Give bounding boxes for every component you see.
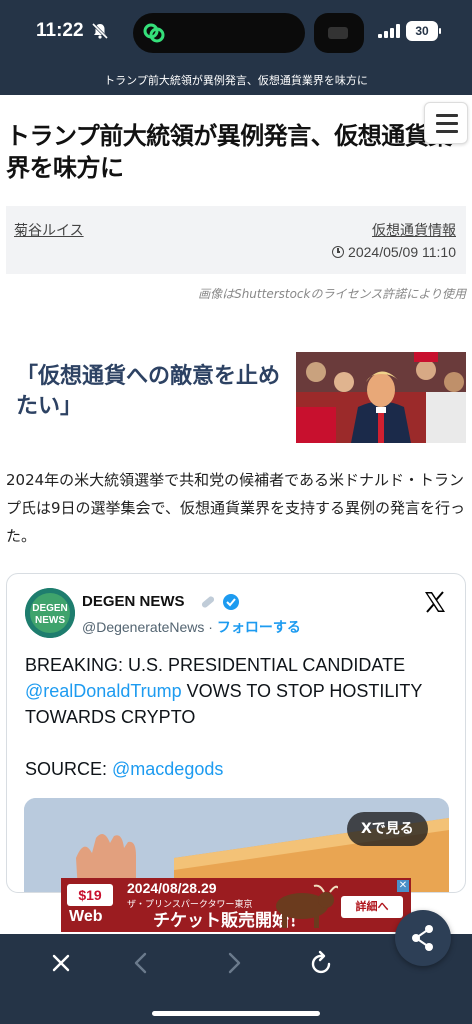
account-handle-line: @DegenerateNews · フォローする: [82, 619, 301, 635]
status-bar: 11:22 30: [0, 0, 472, 64]
svg-text:NEWS: NEWS: [35, 615, 65, 626]
ad-close-icon[interactable]: ✕: [397, 880, 409, 892]
section-subheading: 「仮想通貨への敵意を止めたい」: [16, 364, 281, 419]
mention-link[interactable]: @realDonaldTrump: [25, 681, 182, 701]
embedded-tweet[interactable]: DEGEN NEWS DEGEN NEWS @DegenerateNews · …: [6, 573, 466, 893]
ad-price: $19: [67, 884, 113, 906]
hamburger-menu-button[interactable]: [424, 102, 468, 144]
signal-icon: [378, 24, 400, 38]
article-meta: 菊谷ルイス 仮想通貨情報 2024/05/09 11:10: [6, 206, 466, 274]
link-icon: [143, 23, 165, 43]
close-icon[interactable]: [46, 948, 76, 978]
forward-arrow-icon[interactable]: [219, 948, 249, 978]
account-avatar[interactable]: DEGEN NEWS: [25, 588, 75, 638]
svg-text:DEGEN: DEGEN: [32, 603, 68, 614]
article-body: 2024年の米大統領選挙で共和党の候補者である米ドナルド・トランプ氏は9日の選挙…: [6, 471, 465, 545]
dynamic-island: [133, 13, 305, 53]
tweet-text: BREAKING: U.S. PRESIDENTIAL CANDIDATE @r…: [25, 655, 423, 779]
image-credit: 画像はShutterstockのライセンス許諾により使用: [198, 287, 466, 301]
x-logo-icon[interactable]: [423, 590, 447, 614]
verified-badge-icon: [201, 594, 239, 610]
back-arrow-icon[interactable]: [126, 948, 156, 978]
camera-indicator: [314, 13, 364, 53]
publish-date-text: 2024/05/09 11:10: [348, 244, 456, 260]
bull-icon: [276, 884, 338, 928]
share-icon: [412, 925, 433, 951]
publish-date: 2024/05/09 11:10: [332, 244, 456, 260]
source-mention-link[interactable]: @macdegods: [112, 759, 223, 779]
ad-date: 2024/08/28.29: [127, 880, 217, 896]
clock-icon: [332, 246, 345, 258]
ad-brand: Web: [69, 908, 103, 925]
trump-rally-photo: [296, 352, 466, 443]
bell-slash-icon: [91, 22, 109, 40]
author-link[interactable]: 菊谷ルイス: [14, 220, 84, 240]
follow-button[interactable]: フォローする: [217, 619, 301, 635]
share-button[interactable]: [395, 910, 451, 966]
browser-top-bar: 11:22 30 トランプ前大統領が異例発言、仮想通貨業界を味方に: [0, 0, 472, 95]
ad-detail-button[interactable]: 詳細へ: [341, 896, 403, 918]
home-indicator[interactable]: [152, 1011, 320, 1016]
category-link[interactable]: 仮想通貨情報: [372, 220, 456, 240]
article-headline: トランプ前大統領が異例発言、仮想通貨業界を味方に: [6, 122, 452, 182]
reload-icon[interactable]: [307, 948, 337, 978]
account-name[interactable]: DEGEN NEWS: [82, 593, 185, 610]
battery-icon: 30: [406, 21, 441, 41]
view-on-x-button[interactable]: Xで見る: [347, 812, 428, 846]
status-time: 11:22: [36, 20, 84, 41]
ad-banner[interactable]: $19 Web 2024/08/28.29 ザ・プリンスパークタワー東京 チケッ…: [61, 878, 411, 932]
page-title-bar[interactable]: トランプ前大統領が異例発言、仮想通貨業界を味方に: [0, 72, 472, 88]
degen-news-logo: DEGEN NEWS: [25, 588, 75, 638]
account-handle[interactable]: @DegenerateNews: [82, 619, 204, 635]
article-photo: [296, 352, 466, 443]
